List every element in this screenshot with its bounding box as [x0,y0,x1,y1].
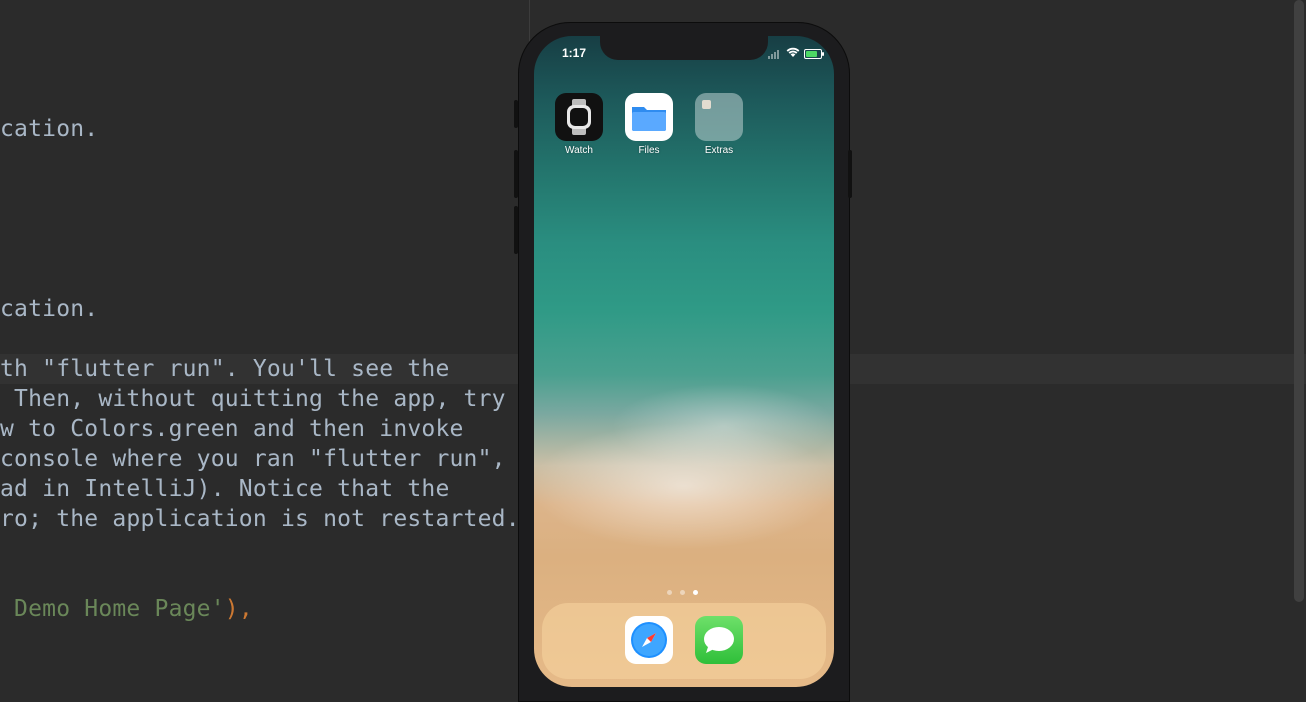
folder-group-icon [695,93,743,141]
app-label: Files [638,145,660,156]
page-indicator[interactable] [667,590,703,596]
compass-icon [625,616,673,664]
code-line-string[interactable]: Demo Home Page'), [0,594,253,624]
speech-bubble-icon [695,616,743,664]
editor-scrollbar[interactable] [1294,0,1304,602]
battery-fill [806,51,818,57]
battery-icon [804,49,824,59]
wifi-icon [786,47,800,57]
app-files[interactable]: Files [614,93,684,156]
app-extras-folder[interactable]: Extras [684,93,754,156]
code-line[interactable]: cation. [0,114,98,144]
app-label: Extras [704,145,734,156]
string-literal: Demo Home Page' [0,596,225,622]
cellular-signal-icon [768,49,782,59]
volume-up-button[interactable] [514,150,518,198]
code-line[interactable]: Then, without quitting the app, try [0,384,506,414]
page-dot[interactable] [680,590,685,595]
status-icons [768,47,824,59]
page-dot[interactable] [693,590,698,595]
mute-switch[interactable] [514,100,518,128]
page-dot[interactable] [667,590,672,595]
status-time: 1:17 [562,46,587,60]
apple-watch-icon [555,93,603,141]
dock-app-messages[interactable] [684,616,754,664]
code-line[interactable]: ro; the application is not restarted. [0,504,520,534]
mini-app-icon [702,100,711,109]
notch [600,36,768,60]
folder-icon [625,93,673,141]
code-line[interactable]: cation. [0,294,98,324]
code-line[interactable]: console where you ran "flutter run", [0,444,506,474]
app-label: Watch [565,145,593,156]
side-power-button[interactable] [848,150,852,198]
code-punctuation: ), [224,596,253,622]
code-line[interactable]: w to Colors.green and then invoke [0,414,464,444]
volume-down-button[interactable] [514,206,518,254]
code-line[interactable]: th "flutter run". You'll see the [0,354,450,384]
dock-app-safari[interactable] [614,616,684,664]
app-watch[interactable]: Watch [544,93,614,156]
code-line[interactable]: ad in IntelliJ). Notice that the [0,474,450,504]
